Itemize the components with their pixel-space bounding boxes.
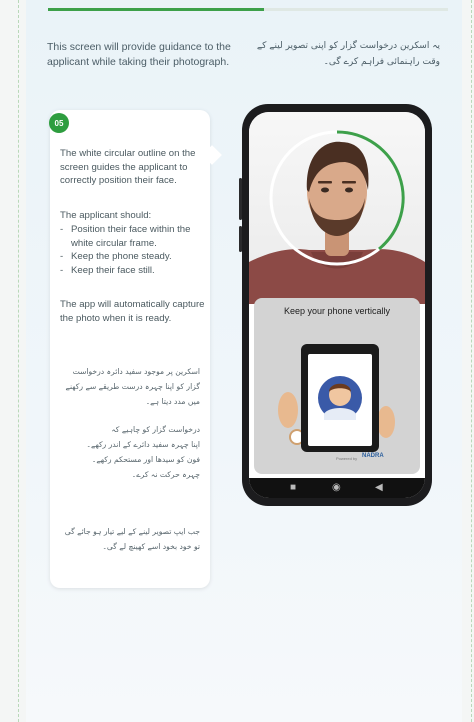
powered-by-text: Powered by — [336, 456, 358, 461]
home-icon[interactable]: ◉ — [332, 482, 341, 494]
back-icon[interactable]: ◀ — [375, 482, 383, 494]
android-nav-bar: ■ ◉ ◀ — [249, 478, 425, 498]
intro-text-ur: یہ اسکرین درخواست گزار کو اپنی تصویر لین… — [256, 41, 440, 67]
card-urdu-paragraph-3: جب ایپ تصویر لینے کے لیے تیار ہو جائے گی… — [64, 527, 200, 551]
instruction-panel: Keep your phone vertically Powered by NA… — [254, 298, 420, 474]
urdu-line: اپنا چہرہ سفید دائرے کے اندر رکھے۔ — [86, 440, 200, 449]
progress-fill — [48, 8, 264, 11]
card-paragraph-1: The white circular outline on the screen… — [60, 148, 196, 186]
card-urdu-paragraph-1: اسکرین پر موجود سفید دائرہ درخواست گزار … — [65, 367, 200, 406]
step-number-badge: 05 — [49, 113, 69, 133]
urdu-line: چہرہ حرکت نہ کرے۔ — [131, 470, 200, 479]
phone-side-button — [239, 178, 242, 220]
card-instruction-list: Position their face within the white cir… — [60, 223, 210, 277]
right-dashed-guide — [471, 0, 472, 722]
list-item: Keep the phone steady. — [60, 250, 210, 264]
urdu-line: درخواست گزار کو چاہیے کہ — [111, 425, 200, 434]
intro-text-en: This screen will provide guidance to the… — [47, 41, 231, 68]
list-item: Position their face within the white cir… — [60, 223, 210, 250]
avatar-illustration — [318, 376, 362, 420]
inner-phone-screen — [308, 354, 372, 446]
urdu-line: فون کو سیدھا اور مستحکم رکھے۔ — [91, 455, 200, 464]
recents-icon[interactable]: ■ — [290, 482, 296, 494]
list-item: Keep their face still. — [60, 264, 210, 278]
card-urdu-paragraph-2: درخواست گزار کو چاہیے کہ اپنا چہرہ سفید … — [60, 422, 200, 482]
brand-logo: NADRA — [362, 453, 384, 459]
phone-side-button — [239, 226, 242, 252]
progress-bar — [48, 8, 448, 11]
card-paragraph-2: The applicant should: — [60, 210, 152, 221]
card-paragraph-3: The app will automatically capture the p… — [60, 299, 205, 324]
phone-screen: Keep your phone vertically Powered by NA… — [249, 112, 425, 498]
face-photo — [249, 130, 425, 304]
left-dashed-guide — [18, 0, 19, 722]
